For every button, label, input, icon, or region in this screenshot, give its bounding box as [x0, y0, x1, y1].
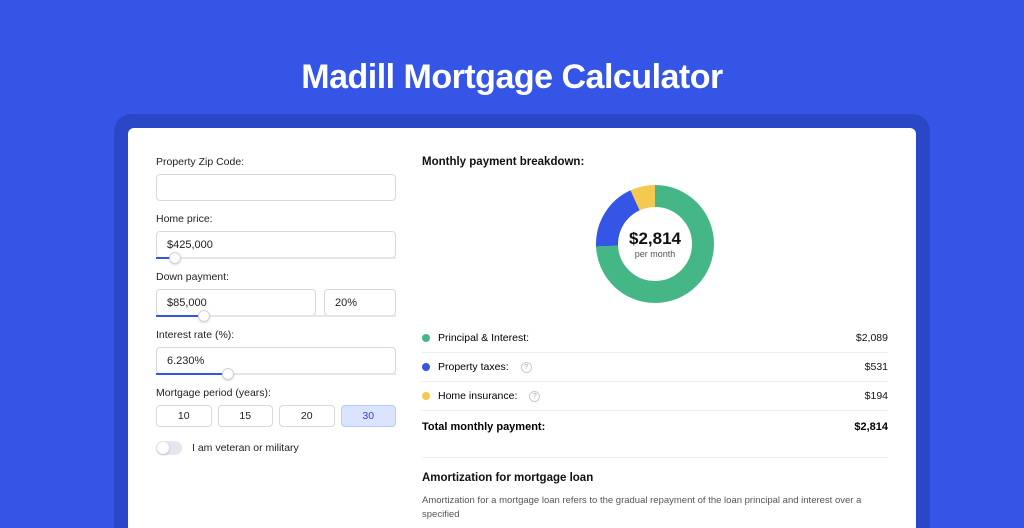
home-price-label: Home price:: [156, 213, 396, 225]
zip-field: Property Zip Code:: [156, 156, 396, 201]
down-payment-field: Down payment:: [156, 271, 396, 317]
veteran-label: I am veteran or military: [192, 442, 299, 454]
down-payment-percent-input[interactable]: [324, 289, 396, 316]
legend: Principal & Interest: $2,089 Property ta…: [422, 324, 888, 443]
down-payment-label: Down payment:: [156, 271, 396, 283]
interest-rate-field: Interest rate (%):: [156, 329, 396, 375]
donut-chart: $2,814 per month: [593, 182, 717, 306]
donut-sub: per month: [635, 249, 676, 259]
zip-label: Property Zip Code:: [156, 156, 396, 168]
period-option-20[interactable]: 20: [279, 405, 335, 427]
period-option-30[interactable]: 30: [341, 405, 397, 427]
slider-thumb-icon[interactable]: [198, 310, 210, 322]
veteran-row: I am veteran or military: [156, 441, 396, 455]
breakdown-title: Monthly payment breakdown:: [422, 156, 888, 168]
interest-rate-slider[interactable]: [156, 373, 396, 375]
legend-label: Principal & Interest:: [438, 332, 529, 344]
circle-icon: [422, 334, 430, 342]
home-price-slider[interactable]: [156, 257, 396, 259]
legend-value: $194: [865, 390, 888, 402]
down-payment-slider[interactable]: [156, 315, 396, 317]
mortgage-period-label: Mortgage period (years):: [156, 387, 396, 399]
legend-row-taxes: Property taxes: ? $531: [422, 352, 888, 381]
amortization-title: Amortization for mortgage loan: [422, 472, 888, 484]
info-icon[interactable]: ?: [521, 362, 532, 373]
legend-label: Property taxes:: [438, 361, 509, 373]
donut-center: $2,814 per month: [593, 182, 717, 306]
home-price-input[interactable]: [156, 231, 396, 258]
amortization-block: Amortization for mortgage loan Amortizat…: [422, 457, 888, 523]
interest-rate-input[interactable]: [156, 347, 396, 374]
down-payment-amount-input[interactable]: [156, 289, 316, 316]
page-title: Madill Mortgage Calculator: [0, 0, 1024, 97]
interest-rate-label: Interest rate (%):: [156, 329, 396, 341]
veteran-toggle[interactable]: [156, 441, 182, 455]
legend-label: Home insurance:: [438, 390, 517, 402]
amortization-text: Amortization for a mortgage loan refers …: [422, 494, 888, 523]
home-price-field: Home price:: [156, 213, 396, 259]
circle-icon: [422, 363, 430, 371]
total-value: $2,814: [854, 421, 888, 433]
info-icon[interactable]: ?: [529, 391, 540, 402]
donut-chart-container: $2,814 per month: [422, 182, 888, 306]
input-column: Property Zip Code: Home price: Down paym…: [156, 156, 396, 528]
total-row: Total monthly payment: $2,814: [422, 410, 888, 443]
legend-value: $531: [865, 361, 888, 373]
zip-input[interactable]: [156, 174, 396, 201]
legend-row-insurance: Home insurance: ? $194: [422, 381, 888, 410]
calculator-card: Property Zip Code: Home price: Down paym…: [128, 128, 916, 528]
mortgage-period-field: Mortgage period (years): 10 15 20 30: [156, 387, 396, 427]
period-option-15[interactable]: 15: [218, 405, 274, 427]
legend-row-principal: Principal & Interest: $2,089: [422, 324, 888, 352]
breakdown-column: Monthly payment breakdown: $2,814 per mo…: [422, 156, 888, 528]
slider-thumb-icon[interactable]: [169, 252, 181, 264]
slider-thumb-icon[interactable]: [222, 368, 234, 380]
period-option-10[interactable]: 10: [156, 405, 212, 427]
period-options: 10 15 20 30: [156, 405, 396, 427]
legend-value: $2,089: [856, 332, 888, 344]
total-label: Total monthly payment:: [422, 421, 545, 433]
circle-icon: [422, 392, 430, 400]
donut-amount: $2,814: [629, 229, 681, 249]
